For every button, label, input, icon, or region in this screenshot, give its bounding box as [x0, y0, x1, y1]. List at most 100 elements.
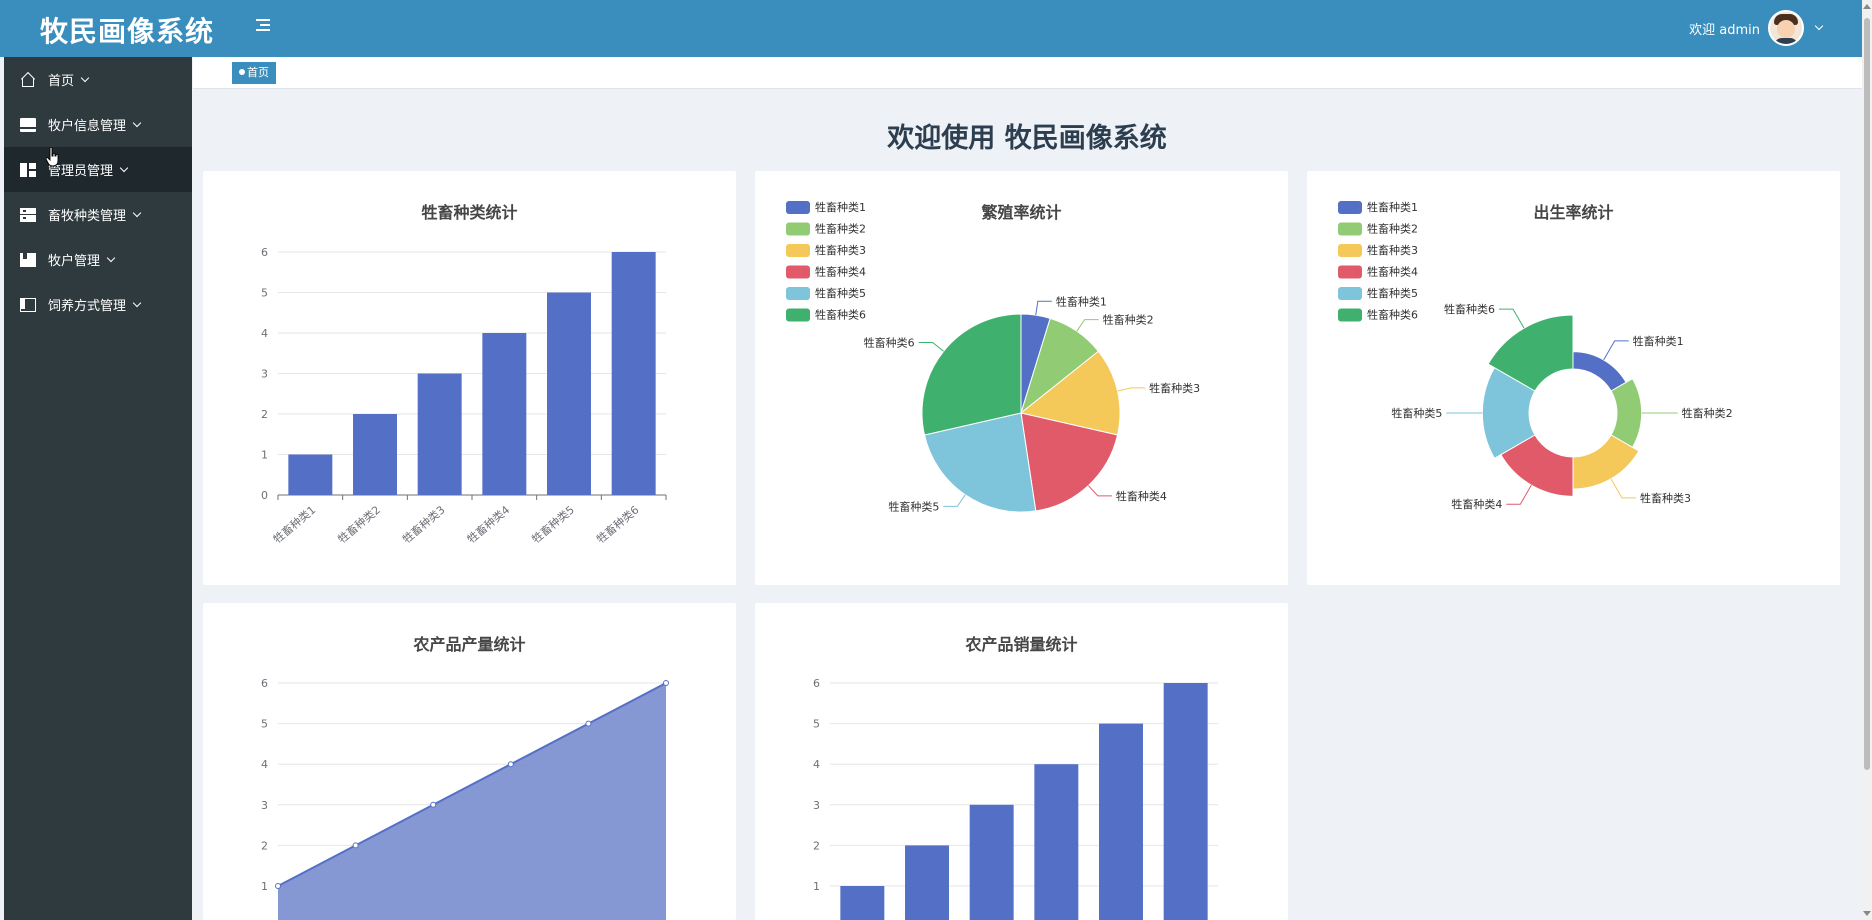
data-point: [585, 720, 592, 727]
legend-label: 牲畜种类5: [815, 286, 866, 300]
label-line: [1087, 485, 1112, 497]
legend-swatch: [786, 222, 810, 236]
legend-label: 牲畜种类6: [815, 308, 866, 322]
legend-label: 牲畜种类4: [1367, 265, 1418, 279]
slice-label: 牲畜种类3: [1640, 491, 1691, 505]
page-scrollbar[interactable]: [1862, 0, 1872, 920]
chevron-down-icon: [80, 73, 90, 82]
slice-label: 牲畜种类1: [1633, 334, 1684, 348]
y-tick-label: 1: [261, 880, 268, 893]
legend-label: 牲畜种类5: [1367, 286, 1418, 300]
data-point: [507, 761, 514, 768]
legend-swatch: [786, 308, 810, 322]
chart-title: 农产品销量统计: [965, 635, 1078, 654]
bar: [905, 845, 949, 920]
y-tick-label: 2: [261, 839, 268, 852]
label-line: [1076, 319, 1099, 332]
bar: [969, 804, 1014, 920]
y-tick-label: 5: [261, 718, 268, 731]
y-tick-label: 4: [813, 758, 820, 771]
slice-label: 牲畜种类2: [1103, 313, 1154, 327]
birth-rose-chart: 牲畜种类1牲畜种类2牲畜种类3牲畜种类4牲畜种类5牲畜种类6牲畜种类1牲畜种类2…: [1338, 200, 1733, 511]
slice-label: 牲畜种类1: [1056, 294, 1107, 308]
chevron-down-icon: [1814, 21, 1824, 31]
label-line: [1610, 478, 1636, 499]
user-menu[interactable]: 欢迎 admin: [1689, 6, 1824, 50]
slice-label: 牲畜种类5: [1391, 406, 1442, 420]
chart-card-sales: 1 2 3 4 5 6 农产品销量统计: [755, 603, 1288, 920]
chart-title: 农产品产量统计: [413, 635, 526, 654]
rose-slice: [1572, 351, 1627, 392]
bar: [353, 414, 397, 495]
slice-label: 牲畜种类6: [864, 336, 915, 350]
legend-label: 牲畜种类4: [815, 265, 866, 279]
slice-label: 牲畜种类4: [1116, 489, 1167, 503]
data-point: [663, 680, 669, 686]
sidebar-item-label: 畜牧种类管理: [48, 209, 127, 224]
y-tick-label: 6: [261, 677, 268, 690]
legend-swatch: [786, 244, 810, 257]
y-tick-label: 1: [261, 449, 268, 462]
x-tick-label: 牲畜种类6: [594, 503, 642, 547]
chart-card-livestock-types: 0 1 2 3 4 5 6 牲畜种类1 牲畜种类2 牲畜种类3 牲畜种类4 牲畜种类5 牲畜种类6 牲畜…: [203, 171, 736, 585]
label-line: [943, 494, 966, 507]
legend-swatch: [786, 287, 810, 300]
bar: [611, 252, 656, 495]
sidebar-item-label: 牧户管理: [48, 254, 101, 269]
chart-title: 繁殖率统计: [981, 203, 1062, 222]
chart-title: 出生率统计: [1533, 203, 1614, 222]
bar: [1163, 683, 1208, 920]
data-point: [430, 801, 437, 808]
breeding-pie-chart: 牲畜种类1牲畜种类2牲畜种类3牲畜种类4牲畜种类5牲畜种类6牲畜种类1牲畜种类2…: [786, 200, 1200, 513]
scroll-down-icon[interactable]: [1863, 911, 1871, 916]
sidebar-item-home[interactable]: 首页: [4, 57, 192, 102]
tab-label: 首页: [247, 66, 269, 79]
legend-swatch: [1338, 244, 1362, 257]
scroll-up-icon[interactable]: [1863, 4, 1871, 9]
chevron-down-icon: [106, 253, 116, 262]
scroll-thumb[interactable]: [1864, 18, 1870, 770]
y-tick-label: 4: [261, 758, 268, 771]
rose-slice: [1610, 377, 1643, 449]
y-tick-label: 0: [261, 489, 268, 502]
sidebar-item-herders[interactable]: 牧户管理: [4, 237, 192, 282]
sidebar-item-herder-info[interactable]: 牧户信息管理: [4, 102, 192, 147]
y-tick-label: 4: [261, 327, 268, 340]
user-greeting: 欢迎 admin: [1689, 22, 1760, 38]
server-icon: [20, 207, 36, 222]
y-tick-label: 3: [261, 368, 268, 381]
tab-home[interactable]: 首页: [232, 62, 276, 84]
book-icon: [20, 252, 36, 267]
monitor-icon: [20, 117, 36, 132]
slice-label: 牲畜种类5: [888, 499, 939, 513]
x-tick-label: 牲畜种类5: [529, 503, 577, 547]
label-line: [1117, 387, 1146, 392]
x-tick-label: 牲畜种类2: [335, 503, 383, 547]
sidebar-item-label: 饲养方式管理: [48, 299, 127, 314]
sidebar-item-feeding[interactable]: 饲养方式管理: [4, 282, 192, 327]
chart-card-breeding-rate: 牲畜种类1 牲畜种类2 牲畜种类3 牲畜种类4 牲畜种类5 牲畜种类6 牲畜种类1 牲畜种类2…: [755, 171, 1288, 585]
chevron-down-icon: [119, 163, 129, 172]
y-tick-label: 3: [261, 799, 268, 812]
y-tick-label: 3: [813, 799, 820, 812]
sidebar-item-label: 牧户信息管理: [48, 119, 127, 134]
legend-label: 牲畜种类3: [815, 243, 866, 257]
slice-label: 牲畜种类6: [1444, 302, 1495, 316]
chart-card-production: 1 2 3 4 5 6 农产品产量统计: [203, 603, 736, 920]
label-line: [1506, 484, 1532, 505]
legend-swatch: [1338, 287, 1362, 300]
label-line: [918, 342, 944, 352]
bar: [840, 886, 885, 920]
legend-label: 牲畜种类3: [1367, 243, 1418, 257]
pie-slice: [921, 313, 1022, 436]
page-title: 欢迎使用 牧民画像系统: [887, 123, 1167, 154]
sidebar-item-admin[interactable]: 管理员管理: [4, 147, 192, 192]
avatar: [1768, 10, 1804, 46]
app-title: 牧民画像系统: [40, 15, 215, 48]
legend-swatch: [1338, 265, 1362, 279]
legend-label: 牲畜种类2: [815, 222, 866, 236]
chevron-down-icon: [132, 298, 142, 307]
data-point: [275, 883, 281, 889]
sidebar-item-livestock-types[interactable]: 畜牧种类管理: [4, 192, 192, 237]
menu-toggle-icon[interactable]: [252, 16, 274, 38]
